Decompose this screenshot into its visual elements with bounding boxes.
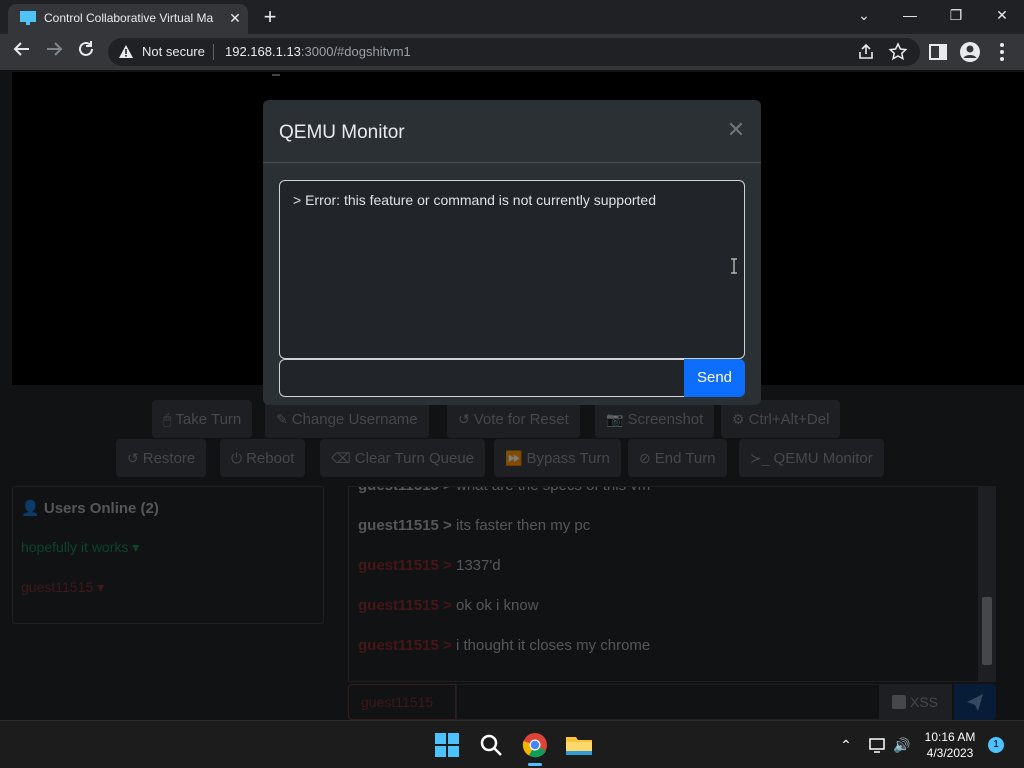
browser-tabstrip: Control Collaborative Virtual Ma ✕ + ⌄ —…	[0, 0, 1024, 34]
modal-title: QEMU Monitor	[279, 122, 405, 143]
tab-list-button[interactable]: ⌄	[844, 4, 884, 26]
modal-header-divider	[263, 162, 761, 163]
tab-close-icon[interactable]: ✕	[226, 9, 244, 27]
windows-start-icon[interactable]	[431, 729, 463, 761]
arrow-left-icon	[13, 42, 29, 56]
side-panel-icon[interactable]	[926, 40, 950, 64]
modal-close-button[interactable]: ✕	[726, 119, 746, 141]
menu-kebab-icon[interactable]	[990, 40, 1014, 64]
back-button[interactable]	[10, 40, 34, 64]
active-app-indicator	[528, 763, 542, 766]
reload-button[interactable]	[74, 40, 98, 64]
star-icon[interactable]	[888, 42, 908, 62]
ibeam-cursor-icon	[731, 258, 737, 274]
url-host: 192.168.1.13	[225, 44, 301, 59]
system-clock[interactable]: 10:16 AM 4/3/2023	[920, 729, 980, 761]
address-bar[interactable]: Not secure 192.168.1.13:3000/#dogshitvm1	[108, 38, 920, 66]
tab-title: Control Collaborative Virtual Ma	[44, 11, 214, 25]
search-icon[interactable]	[475, 729, 507, 761]
network-icon[interactable]	[868, 735, 888, 755]
file-explorer-icon[interactable]	[563, 729, 595, 761]
windows-taskbar: ⌃ 🔊 10:16 AM 4/3/2023 1	[0, 720, 1024, 768]
close-window-button[interactable]: ✕	[982, 4, 1022, 26]
omnibox-divider	[213, 44, 214, 60]
restore-button[interactable]: ❐	[936, 4, 976, 26]
warning-icon	[119, 45, 133, 58]
forward-button[interactable]	[42, 40, 66, 64]
minimize-button[interactable]: —	[890, 4, 930, 26]
monitor-send-button[interactable]: Send	[684, 359, 745, 397]
chrome-icon[interactable]	[519, 729, 551, 761]
url-text[interactable]: 192.168.1.13:3000/#dogshitvm1	[225, 44, 411, 59]
clock-date: 4/3/2023	[926, 746, 974, 760]
security-label[interactable]: Not secure	[142, 44, 205, 59]
notification-badge[interactable]: 1	[988, 737, 1004, 753]
monitor-command-input[interactable]	[279, 359, 685, 397]
new-tab-button[interactable]: +	[258, 6, 282, 28]
url-path: :3000/#dogshitvm1	[300, 44, 411, 59]
clock-time: 10:16 AM	[924, 730, 976, 744]
share-icon[interactable]	[856, 42, 876, 62]
qemu-monitor-modal: QEMU Monitor ✕ > Error: this feature or …	[263, 100, 761, 405]
volume-icon[interactable]: 🔊	[892, 735, 912, 755]
reload-icon	[79, 41, 93, 56]
profile-icon[interactable]	[958, 40, 982, 64]
browser-toolbar: Not secure 192.168.1.13:3000/#dogshitvm1	[0, 34, 1024, 70]
browser-tab[interactable]: Control Collaborative Virtual Ma ✕	[8, 4, 248, 34]
chevron-up-icon[interactable]: ⌃	[836, 735, 856, 755]
monitor-favicon-icon	[20, 11, 36, 25]
arrow-right-icon	[47, 42, 63, 56]
monitor-output-textarea[interactable]: > Error: this feature or command is not …	[279, 180, 745, 359]
